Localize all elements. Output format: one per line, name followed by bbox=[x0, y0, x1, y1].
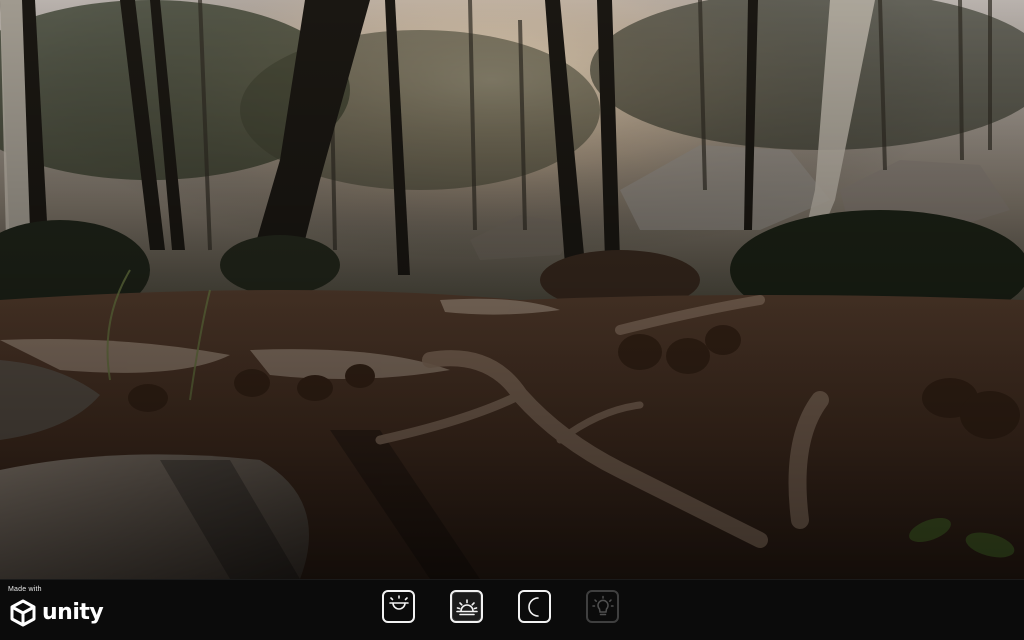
unity-logo: unity bbox=[8, 598, 104, 628]
bottom-toolbar: Made with unity bbox=[0, 579, 1024, 640]
morning-button[interactable] bbox=[382, 590, 415, 623]
day-button[interactable] bbox=[450, 590, 483, 623]
sunrise-icon bbox=[388, 594, 409, 610]
unity-cube-icon bbox=[10, 599, 36, 627]
forest-scene bbox=[0, 0, 1024, 579]
night-button[interactable] bbox=[518, 590, 551, 623]
sunset-icon bbox=[455, 598, 478, 615]
moon-icon bbox=[527, 596, 539, 617]
unity-wordmark: unity bbox=[42, 600, 104, 625]
lightbulb-icon bbox=[591, 595, 614, 615]
time-of-day-controls bbox=[382, 590, 619, 623]
game-viewport[interactable] bbox=[0, 0, 1024, 579]
made-with-label: Made with bbox=[8, 586, 42, 593]
light-button[interactable] bbox=[586, 590, 619, 623]
